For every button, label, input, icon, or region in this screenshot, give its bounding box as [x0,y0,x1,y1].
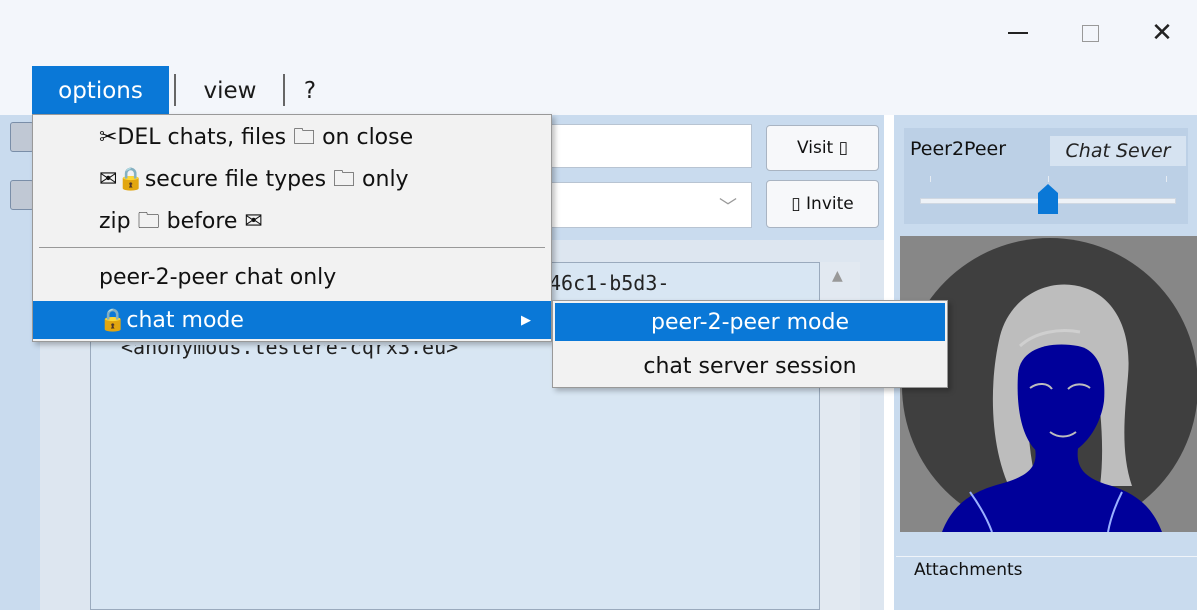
visit-button[interactable]: Visit ▯ [766,125,879,171]
menu-item-label: peer-2-peer chat only [99,264,337,290]
peer2peer-label: Peer2Peer [910,138,1007,160]
attachments-label: Attachments [912,560,1025,580]
submenu-arrow-icon: ▶ [521,312,531,328]
invite-button[interactable]: ▯ Invite [766,180,879,228]
menu-help[interactable]: ? [290,66,330,115]
options-menu: ✂DEL chats, files 🗀 on close ✉🔒secure fi… [32,114,552,342]
menu-view[interactable]: view [180,66,280,115]
menu-item-zip-before-mail[interactable]: zip 🗀 before ✉ [33,205,551,241]
title-bar: ✕ [0,0,1197,66]
minimize-button[interactable] [988,0,1048,66]
menu-item-label: ✂DEL chats, files 🗀 on close [99,125,414,150]
menu-separator [174,74,176,106]
chat-mode-submenu: peer-2-peer mode chat server session [552,300,948,388]
menu-item-chat-mode[interactable]: 🔒chat mode ▶ [33,301,551,339]
address-input[interactable] [540,124,752,168]
menu-item-peer-chat-only[interactable]: peer-2-peer chat only [33,259,551,295]
chat-line: 46c1-b5d3- [549,271,670,295]
slider-tick [930,176,931,182]
contact-select[interactable]: ﹀ [540,182,752,228]
menu-item-label: 🔒chat mode [99,307,244,333]
minimize-icon [1008,32,1028,34]
scroll-up-icon[interactable]: ▲ [832,268,843,284]
submenu-item-server-session[interactable]: chat server session [555,347,945,385]
computer-icon[interactable] [10,180,34,210]
disk-icon[interactable] [10,122,34,152]
menu-item-secure-file-types[interactable]: ✉🔒secure file types 🗀 only [33,163,551,199]
menu-item-delete-on-close[interactable]: ✂DEL chats, files 🗀 on close [33,121,551,157]
menu-item-label: ✉🔒secure file types 🗀 only [99,167,409,192]
submenu-item-peer-mode[interactable]: peer-2-peer mode [555,303,945,341]
menu-item-label: zip 🗀 before ✉ [99,209,263,234]
menu-bar: options view ? [0,66,1197,115]
slider-tick [1166,176,1167,182]
close-icon: ✕ [1151,18,1173,48]
maximize-icon [1081,24,1099,42]
menu-separator [39,247,545,248]
menu-options[interactable]: options [32,66,169,115]
chevron-down-icon: ﹀ [719,197,737,218]
close-button[interactable]: ✕ [1132,0,1192,66]
menu-separator [283,74,285,106]
maximize-button[interactable] [1060,0,1120,66]
chat-server-label: Chat Sever [1050,136,1186,166]
slider-tick [1048,176,1049,182]
